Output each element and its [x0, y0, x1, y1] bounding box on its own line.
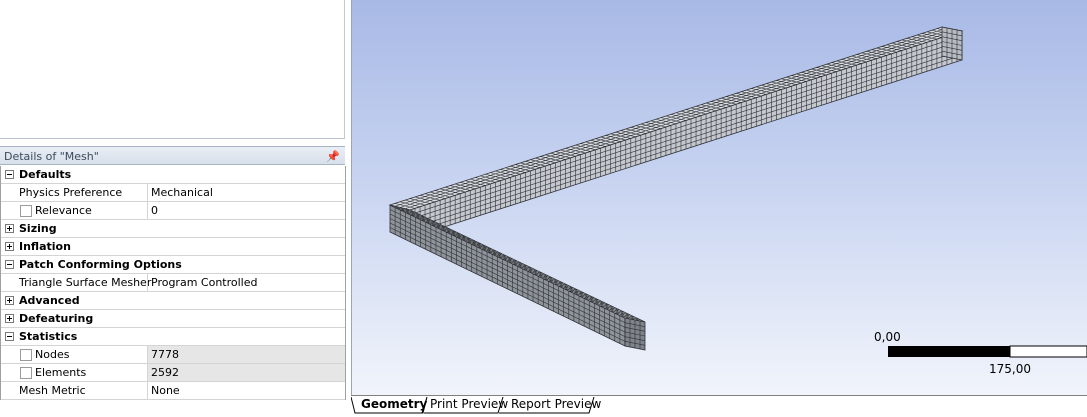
details-row-value[interactable]: Mechanical: [147, 184, 345, 201]
details-row-label: Sizing: [19, 222, 57, 235]
details-row-value[interactable]: Program Controlled: [147, 274, 345, 291]
details-row-label: Physics Preference: [19, 186, 123, 199]
details-property-row[interactable]: Triangle Surface Mesher Program Controlle…: [1, 274, 345, 292]
details-table: Defaults Physics Preference Mechanical Rele…: [0, 166, 346, 400]
details-row-label: Defeaturing: [19, 312, 94, 325]
details-row-label: Elements: [35, 366, 87, 379]
pin-icon[interactable]: 📌: [326, 147, 340, 166]
scale-bar: [888, 345, 1087, 358]
details-row-label: Statistics: [19, 330, 78, 343]
details-row-label: Relevance: [35, 204, 92, 217]
details-property-row[interactable]: Elements 2592: [1, 364, 345, 382]
parameter-checkbox[interactable]: [20, 367, 32, 379]
details-row-value[interactable]: None: [147, 382, 345, 399]
details-row-label: Defaults: [19, 168, 72, 181]
details-row-label: Triangle Surface Mesher: [19, 276, 152, 289]
details-row-value[interactable]: 2592: [147, 364, 345, 381]
tab-report-preview[interactable]: Report Preview: [503, 396, 607, 414]
details-property-row[interactable]: Mesh Metric None: [1, 382, 345, 400]
mesh-model[interactable]: [352, 0, 1087, 395]
details-group-row[interactable]: Advanced: [1, 292, 345, 310]
expand-icon[interactable]: [5, 242, 14, 251]
details-panel-header: Details of "Mesh" 📌: [0, 146, 345, 165]
details-group-row[interactable]: Sizing: [1, 220, 345, 238]
outline-tree-area[interactable]: [0, 0, 345, 139]
expand-icon[interactable]: [5, 224, 14, 233]
details-row-label: Nodes: [35, 348, 70, 361]
details-row-label: Inflation: [19, 240, 71, 253]
parameter-checkbox[interactable]: [20, 349, 32, 361]
expand-icon[interactable]: [5, 296, 14, 305]
parameter-checkbox[interactable]: [20, 205, 32, 217]
expand-icon[interactable]: [5, 314, 14, 323]
details-group-row[interactable]: Patch Conforming Options: [1, 256, 345, 274]
details-property-row[interactable]: Relevance 0: [1, 202, 345, 220]
scale-bar-start-label: 0,00: [874, 330, 901, 344]
view-tab-strip: Geometry Print Preview Report Preview: [351, 395, 1087, 416]
collapse-icon[interactable]: [5, 332, 14, 341]
details-row-label: Patch Conforming Options: [19, 258, 182, 271]
details-property-row[interactable]: Physics Preference Mechanical: [1, 184, 345, 202]
left-panel: Details of "Mesh" 📌 Defaults Physics Pref…: [0, 0, 347, 416]
details-group-row[interactable]: Statistics: [1, 328, 345, 346]
details-group-row[interactable]: Defeaturing: [1, 310, 345, 328]
graphics-viewport[interactable]: 0,00 175,00: [351, 0, 1087, 395]
collapse-icon[interactable]: [5, 260, 14, 269]
collapse-icon[interactable]: [5, 170, 14, 179]
details-row-label: Advanced: [19, 294, 80, 307]
details-group-row[interactable]: Inflation: [1, 238, 345, 256]
details-row-value[interactable]: 7778: [147, 346, 345, 363]
tab-print-preview[interactable]: Print Preview: [422, 396, 514, 414]
details-group-row[interactable]: Defaults: [1, 166, 345, 184]
details-property-row[interactable]: Nodes 7778: [1, 346, 345, 364]
details-row-value[interactable]: 0: [147, 202, 345, 219]
details-row-label: Mesh Metric: [19, 384, 86, 397]
details-panel-title: Details of "Mesh": [4, 150, 99, 163]
scale-bar-end-label: 175,00: [989, 362, 1031, 376]
